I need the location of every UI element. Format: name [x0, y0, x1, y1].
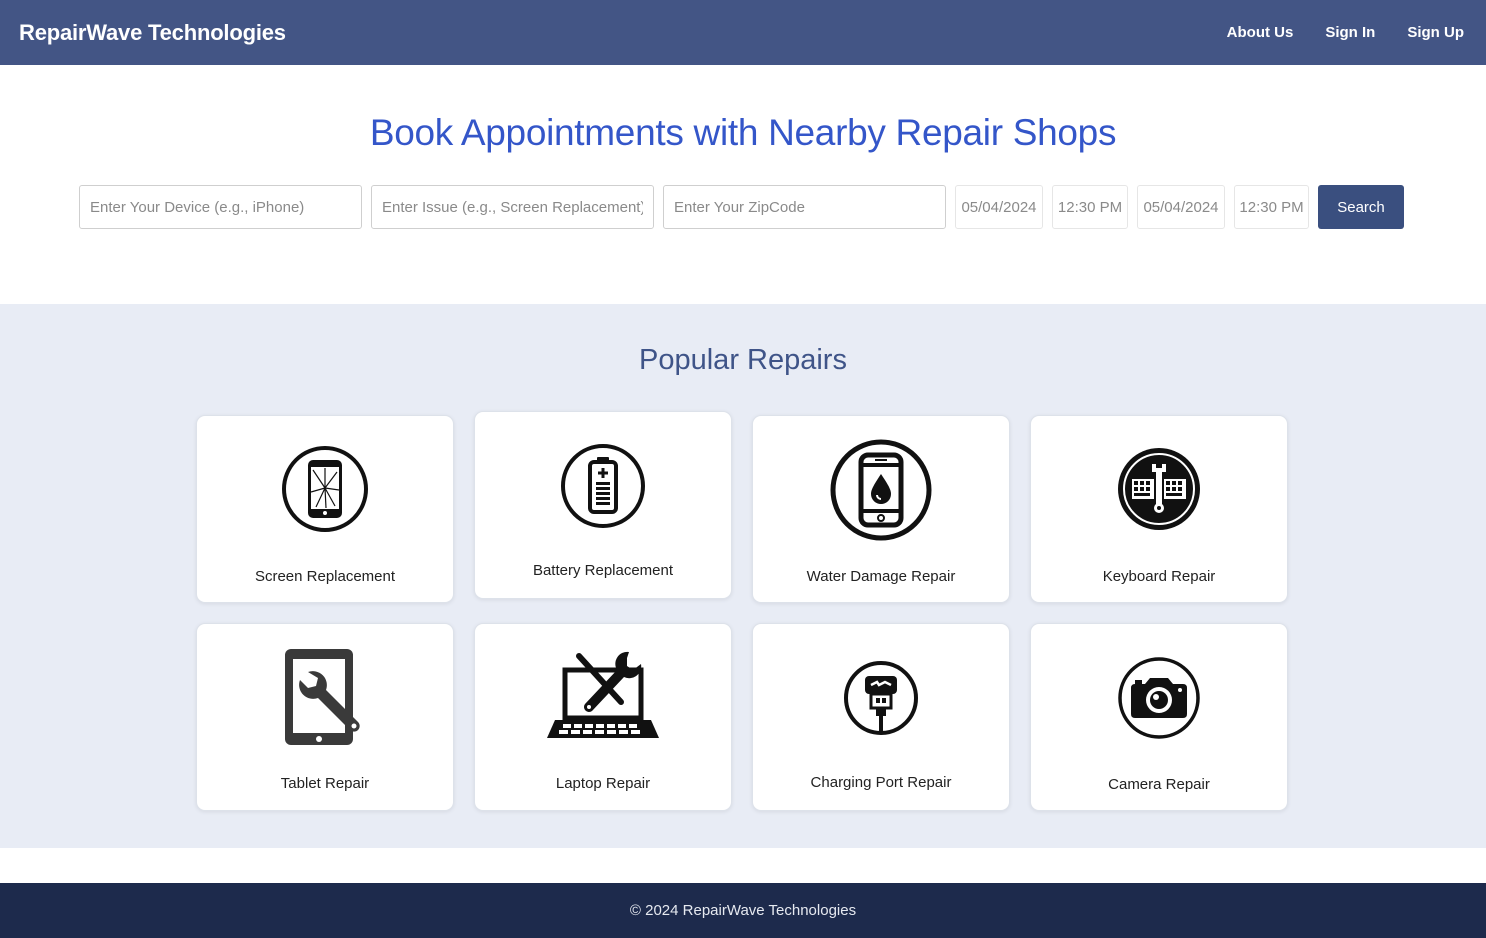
nav-sign-in-link[interactable]: Sign In — [1325, 24, 1375, 41]
laptop-tools-icon — [547, 651, 659, 738]
charging-port-icon — [844, 661, 918, 735]
repair-card-water-damage-repair[interactable]: Water Damage Repair — [752, 415, 1010, 603]
brand-logo-text[interactable]: RepairWave Technologies — [19, 20, 286, 46]
search-button[interactable]: Search — [1318, 185, 1404, 229]
hero-title: Book Appointments with Nearby Repair Sho… — [369, 112, 1117, 153]
end-time-input[interactable]: 12:30 PM — [1234, 185, 1309, 229]
popular-repairs-section: Popular Repairs Screen Replacement Batte… — [0, 304, 1486, 848]
tablet-wrench-icon — [285, 649, 360, 745]
repair-card-tablet-repair[interactable]: Tablet Repair — [196, 623, 454, 811]
zipcode-input[interactable] — [663, 185, 946, 229]
battery-icon — [561, 444, 645, 528]
keyboard-wrench-icon — [1118, 448, 1200, 530]
cracked-phone-icon — [282, 446, 368, 532]
device-input[interactable] — [79, 185, 362, 229]
hero-section: Book Appointments with Nearby Repair Sho… — [0, 65, 1486, 304]
footer-copyright: © 2024 RepairWave Technologies — [629, 902, 857, 919]
repair-card-laptop-repair[interactable]: Laptop Repair — [474, 623, 732, 811]
repair-card-charging-port-repair[interactable]: Charging Port Repair — [752, 623, 1010, 811]
nav-about-us-link[interactable]: About Us — [1227, 24, 1294, 41]
card-label: Laptop Repair — [555, 775, 651, 792]
card-label: Water Damage Repair — [806, 568, 956, 585]
card-label: Battery Replacement — [532, 562, 674, 579]
card-label: Camera Repair — [1108, 776, 1210, 793]
nav-links: About Us Sign In Sign Up — [1227, 24, 1464, 41]
top-navbar: RepairWave Technologies About Us Sign In… — [0, 0, 1486, 65]
start-time-input[interactable]: 12:30 PM — [1052, 185, 1128, 229]
repair-card-screen-replacement[interactable]: Screen Replacement — [196, 415, 454, 603]
page-footer: © 2024 RepairWave Technologies — [0, 883, 1486, 938]
end-date-input[interactable]: 05/04/2024 — [1137, 185, 1225, 229]
nav-sign-up-link[interactable]: Sign Up — [1407, 24, 1464, 41]
popular-repairs-title: Popular Repairs — [639, 344, 847, 376]
repair-card-camera-repair[interactable]: Camera Repair — [1030, 623, 1288, 811]
card-label: Screen Replacement — [254, 568, 396, 585]
water-drop-phone-icon — [830, 439, 932, 541]
issue-input[interactable] — [371, 185, 654, 229]
card-label: Tablet Repair — [280, 775, 370, 792]
repair-card-keyboard-repair[interactable]: Keyboard Repair — [1030, 415, 1288, 603]
camera-icon — [1118, 657, 1200, 739]
repair-card-battery-replacement[interactable]: Battery Replacement — [474, 411, 732, 599]
start-date-input[interactable]: 05/04/2024 — [955, 185, 1043, 229]
card-label: Keyboard Repair — [1102, 568, 1216, 585]
card-label: Charging Port Repair — [810, 774, 952, 791]
